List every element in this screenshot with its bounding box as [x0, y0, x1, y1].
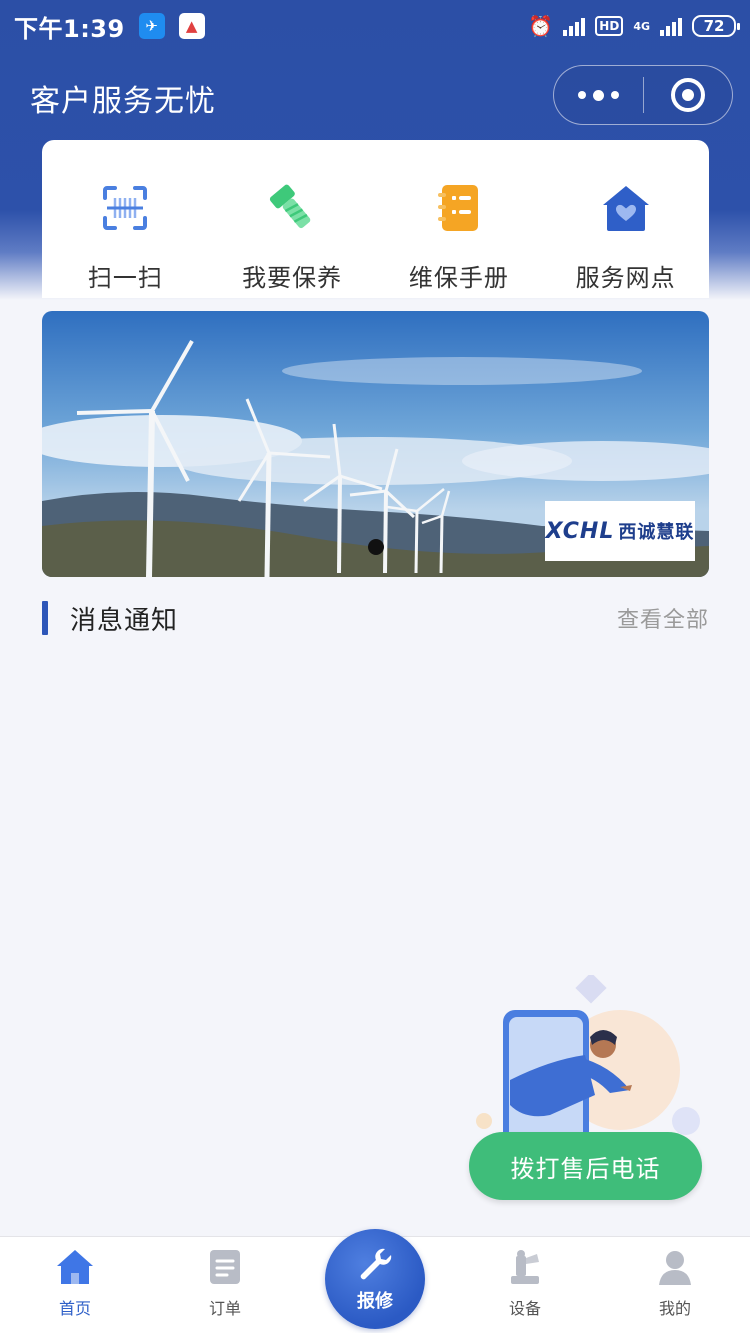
quick-item-maintenance[interactable]: 我要保养	[217, 180, 367, 298]
more-dots-icon	[593, 89, 604, 101]
scan-icon	[97, 180, 153, 236]
repair-button[interactable]: 报修	[325, 1229, 425, 1329]
mini-program-capsule	[553, 65, 733, 125]
close-button[interactable]	[644, 66, 732, 124]
quick-item-label: 维保手册	[408, 264, 509, 292]
tab-label: 订单	[208, 1299, 241, 1318]
quick-menu-card: 扫一扫 我要保养 维保手册 服务网点	[42, 140, 709, 298]
signal-icon-2	[660, 16, 682, 36]
tab-label: 报修	[357, 1291, 393, 1312]
section-accent-bar	[42, 601, 48, 635]
quick-item-label: 扫一扫	[87, 264, 163, 292]
alarm-icon: ⏰	[528, 14, 554, 38]
notification-app-icon-2: ▲	[178, 13, 205, 39]
tab-repair[interactable]: 报修	[300, 1229, 450, 1333]
tab-orders[interactable]: 订单	[150, 1237, 300, 1333]
view-all-link[interactable]: 查看全部	[617, 602, 709, 634]
status-bar: 下午1:39 ✈ ▲ ⏰ HD 4G 72	[0, 0, 750, 52]
notice-section-header: 消息通知 查看全部	[42, 600, 709, 636]
banner-carousel[interactable]: XCHL 西诚慧联	[42, 311, 709, 577]
logo-text: XCHL	[545, 519, 615, 544]
tab-devices[interactable]: 设备	[450, 1237, 600, 1333]
carousel-indicator[interactable]	[368, 539, 384, 555]
tab-label: 设备	[508, 1299, 541, 1318]
more-dots-icon	[578, 91, 586, 99]
battery-indicator: 72	[692, 15, 740, 37]
logo-chinese-name: 西诚慧联	[618, 522, 695, 543]
notification-app-icon: ✈	[138, 13, 165, 39]
home-heart-icon	[598, 180, 654, 236]
tab-home[interactable]: 首页	[0, 1237, 150, 1333]
target-icon	[671, 78, 705, 112]
manual-icon	[431, 180, 487, 236]
home-icon	[55, 1247, 95, 1287]
user-icon	[655, 1247, 695, 1287]
more-dots-icon	[611, 91, 619, 99]
wrench-icon	[360, 1248, 392, 1280]
device-icon	[505, 1247, 545, 1287]
tab-label: 我的	[658, 1299, 691, 1318]
notice-title: 消息通知	[70, 605, 179, 636]
order-icon	[205, 1247, 245, 1287]
quick-item-scan[interactable]: 扫一扫	[50, 180, 200, 298]
quick-item-label: 服务网点	[575, 264, 676, 292]
tab-mine[interactable]: 我的	[600, 1237, 750, 1333]
quick-item-service-points[interactable]: 服务网点	[551, 180, 701, 298]
company-logo: XCHL 西诚慧联	[545, 501, 695, 561]
more-button[interactable]	[554, 66, 643, 124]
page-title: 客户服务无忧	[30, 84, 216, 119]
call-illustration	[470, 972, 710, 1145]
quick-item-manual[interactable]: 维保手册	[384, 180, 534, 298]
tab-label: 首页	[58, 1299, 91, 1318]
signal-icon	[563, 16, 586, 36]
network-type: 4G	[633, 19, 650, 33]
status-time: 下午1:39	[14, 14, 125, 43]
hd-indicator: HD	[595, 16, 624, 36]
quick-item-label: 我要保养	[242, 264, 343, 292]
bottom-tab-bar: 首页 订单 报修 设备 我的	[0, 1229, 750, 1333]
call-after-sales-button[interactable]: 拨打售后电话	[469, 1132, 702, 1200]
bolt-icon	[264, 180, 320, 236]
